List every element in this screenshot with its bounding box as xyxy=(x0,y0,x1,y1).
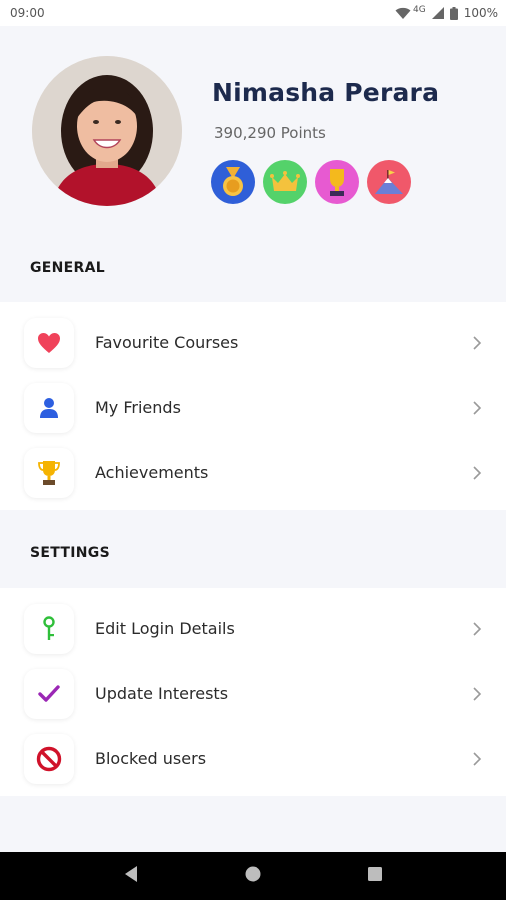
heart-icon xyxy=(24,317,74,368)
chevron-right-icon xyxy=(472,400,484,415)
list-item-edit-login-details[interactable]: Edit Login Details xyxy=(0,596,506,661)
signal-icon xyxy=(431,7,444,19)
list-item-achievements[interactable]: Achievements xyxy=(0,440,506,505)
list-item-label: My Friends xyxy=(95,398,181,417)
status-time: 09:00 xyxy=(10,6,45,20)
chevron-right-icon xyxy=(472,621,484,636)
wifi-icon xyxy=(395,7,411,20)
list-item-label: Achievements xyxy=(95,463,209,482)
status-icons: 4G 100% xyxy=(395,5,498,20)
home-icon[interactable] xyxy=(244,865,262,887)
section-title-settings: SETTINGS xyxy=(30,545,110,561)
list-item-label: Favourite Courses xyxy=(95,333,239,352)
list-item-label: Update Interests xyxy=(95,684,229,703)
settings-list: Edit Login Details Update Interests Bloc… xyxy=(0,588,506,796)
crown-icon[interactable] xyxy=(263,160,307,204)
badges-row xyxy=(211,160,411,204)
chevron-right-icon xyxy=(472,465,484,480)
chevron-right-icon xyxy=(472,686,484,701)
key-icon xyxy=(24,603,74,654)
list-item-favourite-courses[interactable]: Favourite Courses xyxy=(0,310,506,375)
battery-icon xyxy=(449,6,458,20)
trophy-icon[interactable] xyxy=(315,160,359,204)
section-title-general: GENERAL xyxy=(30,260,105,276)
recents-icon[interactable] xyxy=(367,866,383,886)
list-item-update-interests[interactable]: Update Interests xyxy=(0,661,506,726)
medal-icon[interactable] xyxy=(211,160,255,204)
checkmark-icon xyxy=(24,668,74,719)
profile-name: Nimasha Perara xyxy=(212,78,440,107)
person-icon xyxy=(24,382,74,433)
profile-header: Nimasha Perara 390,290 Points xyxy=(0,26,506,232)
general-list: Favourite Courses My Friends Achievement… xyxy=(0,302,506,510)
trophy-icon xyxy=(24,447,74,498)
avatar[interactable] xyxy=(32,56,182,206)
battery-level: 100% xyxy=(463,6,498,20)
profile-points: 390,290 Points xyxy=(214,124,326,142)
navigation-bar xyxy=(0,852,506,900)
list-item-my-friends[interactable]: My Friends xyxy=(0,375,506,440)
list-item-label: Edit Login Details xyxy=(95,619,235,638)
chevron-right-icon xyxy=(472,335,484,350)
status-bar: 09:00 4G 100% xyxy=(0,0,506,26)
back-icon[interactable] xyxy=(123,865,139,887)
network-type: 4G xyxy=(412,5,426,15)
list-item-label: Blocked users xyxy=(95,749,207,768)
chevron-right-icon xyxy=(472,751,484,766)
mountain-flag-icon[interactable] xyxy=(367,160,411,204)
list-item-blocked-users[interactable]: Blocked users xyxy=(0,726,506,791)
block-icon xyxy=(24,733,74,784)
